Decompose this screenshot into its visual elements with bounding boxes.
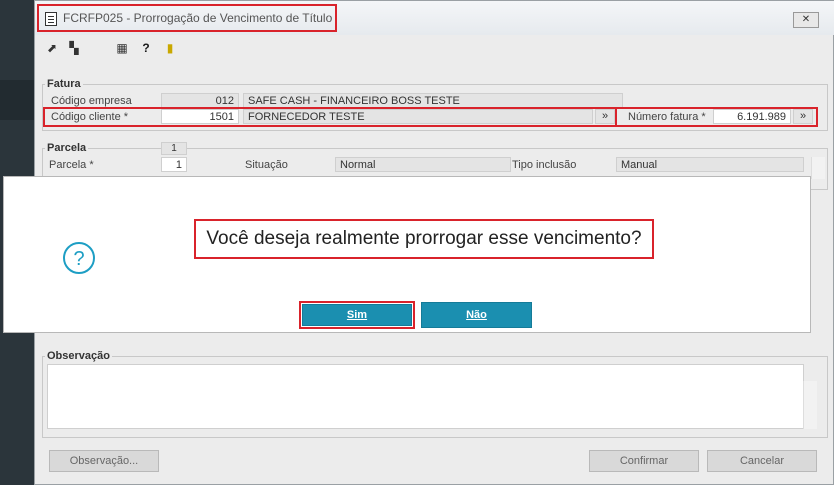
codigo-cliente-input[interactable]: 1501 xyxy=(161,109,239,124)
windows-icon[interactable]: ▚ xyxy=(67,41,81,55)
observacao-textarea[interactable] xyxy=(47,364,804,429)
cancelar-button[interactable]: Cancelar xyxy=(707,450,817,472)
question-icon: ? xyxy=(63,242,95,274)
observacao-button[interactable]: Observação... xyxy=(49,450,159,472)
document-icon xyxy=(45,12,57,26)
exit-door-icon[interactable]: ▮ xyxy=(163,41,177,55)
dialog-message: Você deseja realmente prorrogar esse ven… xyxy=(194,219,654,259)
confirm-dialog: ? Você deseja realmente prorrogar esse v… xyxy=(3,176,811,333)
observacao-group-title: Observação xyxy=(45,350,112,362)
arrow-up-right-icon[interactable]: ⬈ xyxy=(45,41,59,55)
empresa-nome-field: SAFE CASH - FINANCEIRO BOSS TESTE xyxy=(243,93,623,108)
sim-button[interactable]: Sim xyxy=(302,304,412,326)
numero-fatura-label: Número fatura * xyxy=(628,111,706,123)
situacao-field: Normal xyxy=(335,157,511,172)
parcela-index-badge: 1 xyxy=(161,142,187,155)
field-divider xyxy=(615,107,617,127)
situacao-label: Situação xyxy=(245,159,288,171)
fatura-lookup-button[interactable]: » xyxy=(793,109,813,124)
window-title: FCRFP025 - Prorrogação de Vencimento de … xyxy=(63,11,333,25)
observacao-scrollbar[interactable] xyxy=(803,381,817,429)
tipo-inclusao-label: Tipo inclusão xyxy=(512,159,577,171)
cliente-nome-field: FORNECEDOR TESTE xyxy=(243,109,593,124)
tipo-inclusao-field: Manual xyxy=(616,157,804,172)
fatura-group-title: Fatura xyxy=(45,78,83,90)
codigo-empresa-label: Código empresa xyxy=(51,95,132,107)
parcela-input[interactable]: 1 xyxy=(161,157,187,172)
help-icon[interactable]: ? xyxy=(139,41,153,55)
codigo-cliente-label: Código cliente * xyxy=(51,111,129,123)
close-button[interactable]: ✕ xyxy=(793,12,819,28)
nao-button[interactable]: Não xyxy=(421,302,532,328)
confirmar-button[interactable]: Confirmar xyxy=(589,450,699,472)
parcela-label: Parcela * xyxy=(49,159,94,171)
cliente-lookup-button[interactable]: » xyxy=(595,109,615,124)
calendar-icon[interactable]: ▦ xyxy=(115,41,129,55)
title-bar: FCRFP025 - Prorrogação de Vencimento de … xyxy=(35,1,834,35)
codigo-empresa-field: 012 xyxy=(161,93,239,108)
parcela-group-title: Parcela xyxy=(45,142,89,154)
numero-fatura-input[interactable]: 6.191.989 xyxy=(713,109,791,124)
parcela-scrollbar[interactable] xyxy=(811,157,825,179)
